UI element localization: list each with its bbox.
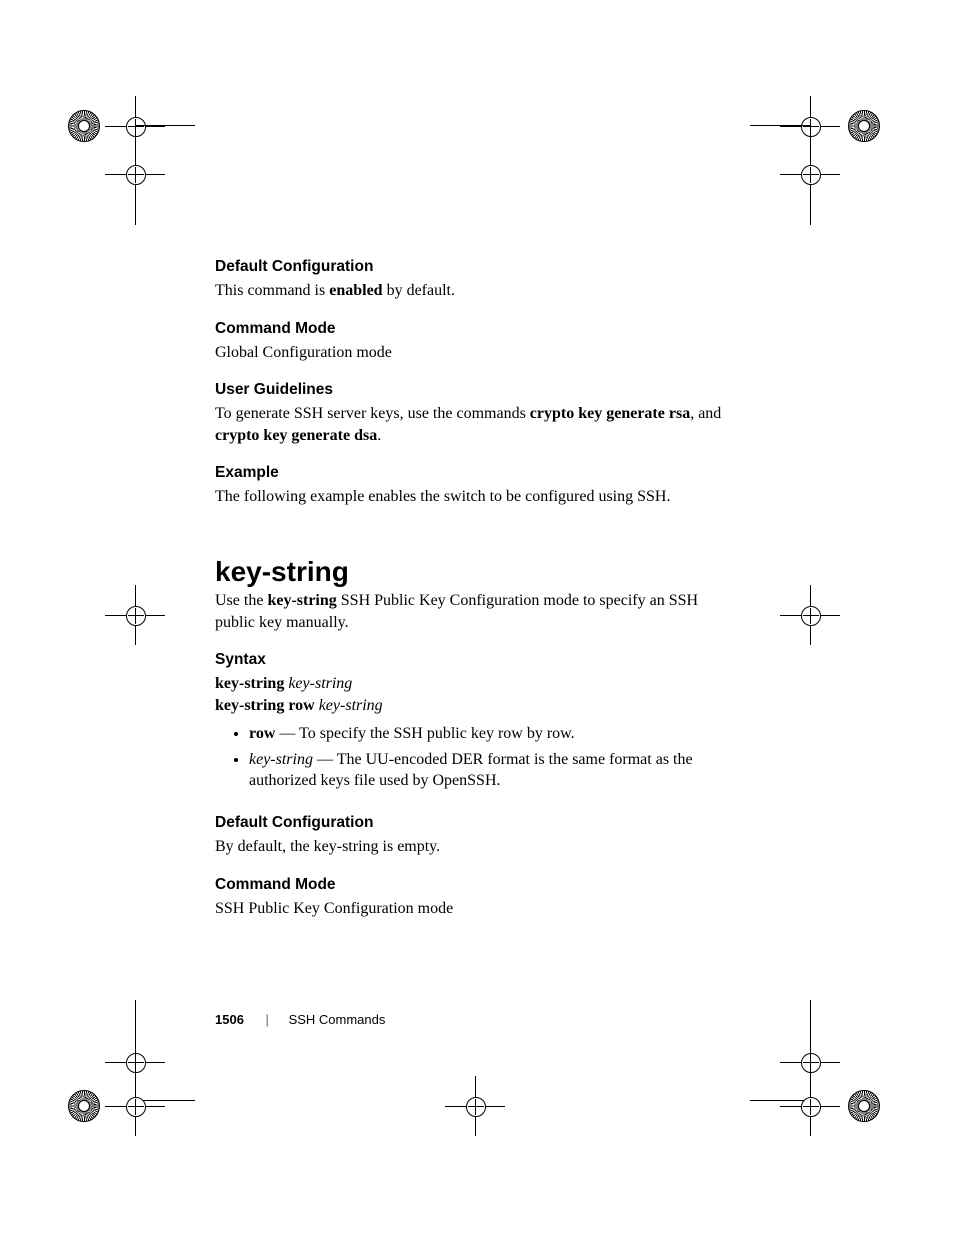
heading-user-guidelines: User Guidelines — [215, 363, 735, 401]
registration-mark-icon — [95, 86, 175, 166]
heading-command-mode-2: Command Mode — [215, 858, 735, 896]
registration-mark-icon — [95, 134, 175, 214]
syntax-line-1: key-string key-string — [215, 675, 735, 693]
registration-rosette-icon — [68, 110, 100, 142]
registration-mark-icon — [770, 575, 850, 655]
command-description: Use the key-string SSH Public Key Config… — [215, 590, 735, 633]
syntax-bullet-row: row — To specify the SSH public key row … — [249, 723, 735, 749]
registration-mark-icon — [95, 1022, 175, 1102]
text-example: The following example enables the switch… — [215, 486, 735, 508]
syntax-line-2: key-string row key-string — [215, 697, 735, 715]
heading-syntax: Syntax — [215, 633, 735, 671]
text-default-configuration-2: By default, the key-string is empty. — [215, 836, 735, 858]
page-number: 1506 — [215, 1012, 262, 1027]
registration-mark-icon — [95, 1066, 175, 1146]
syntax-bullet-list: row — To specify the SSH public key row … — [215, 723, 735, 796]
registration-mark-icon — [95, 575, 175, 655]
text-command-mode-2: SSH Public Key Configuration mode — [215, 898, 735, 920]
heading-default-configuration-1: Default Configuration — [215, 258, 735, 278]
registration-rosette-icon — [848, 1090, 880, 1122]
heading-command-mode-1: Command Mode — [215, 302, 735, 340]
command-title: key-string — [215, 508, 735, 588]
syntax-bullet-keystring: key-string — The UU-encoded DER format i… — [249, 749, 735, 796]
chapter-name: SSH Commands — [289, 1012, 386, 1027]
registration-rosette-icon — [68, 1090, 100, 1122]
text-command-mode-1: Global Configuration mode — [215, 342, 735, 364]
heading-default-configuration-2: Default Configuration — [215, 796, 735, 834]
registration-rosette-icon — [848, 110, 880, 142]
registration-mark-icon — [770, 86, 850, 166]
page-footer: 1506 | SSH Commands — [215, 1012, 385, 1027]
heading-example: Example — [215, 446, 735, 484]
registration-mark-icon — [770, 1066, 850, 1146]
registration-mark-icon — [435, 1066, 515, 1146]
text-user-guidelines: To generate SSH server keys, use the com… — [215, 403, 735, 446]
text-default-configuration-1: This command is enabled by default. — [215, 280, 735, 302]
registration-mark-icon — [770, 1022, 850, 1102]
footer-separator: | — [266, 1012, 285, 1027]
registration-mark-icon — [770, 134, 850, 214]
page-content: Default Configuration This command is en… — [215, 258, 735, 919]
